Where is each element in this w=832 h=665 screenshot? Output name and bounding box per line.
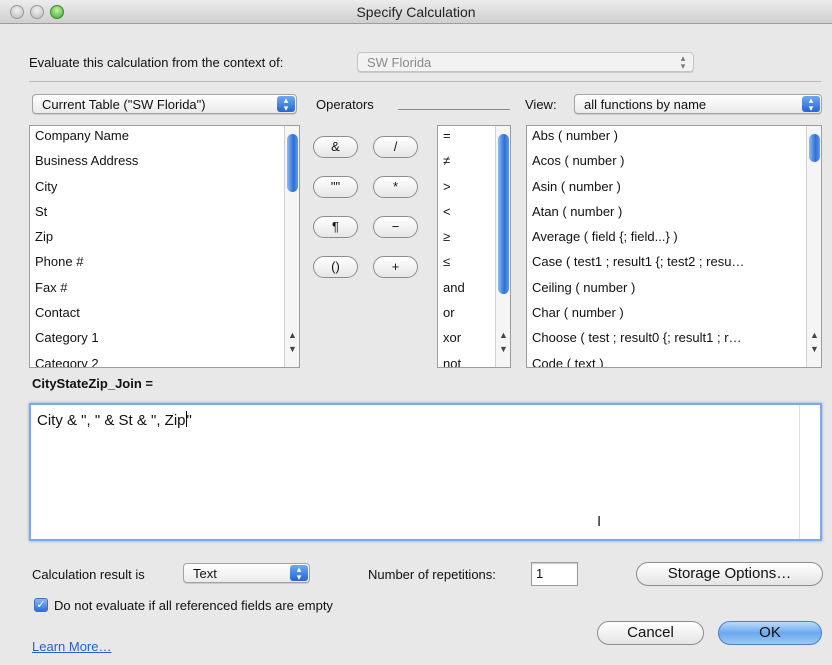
fields-list[interactable]: Company Name Business Address City St Zi… bbox=[29, 125, 300, 368]
table-popup[interactable]: Current Table ("SW Florida") ▴ ▾ bbox=[32, 94, 297, 114]
scroll-thumb[interactable] bbox=[498, 134, 509, 294]
view-popup-value: all functions by name bbox=[584, 97, 707, 112]
learn-more-link[interactable]: Learn More… bbox=[32, 639, 111, 654]
storage-options-button[interactable]: Storage Options… bbox=[636, 562, 823, 586]
operator-button[interactable]: ¶ bbox=[313, 216, 358, 238]
result-type-popup[interactable]: Text ▴ ▾ bbox=[183, 563, 310, 583]
list-item[interactable]: Business Address bbox=[30, 151, 299, 176]
calc-field-label: CityStateZip_Join = bbox=[32, 376, 153, 391]
cancel-button[interactable]: Cancel bbox=[597, 621, 704, 645]
result-type-value: Text bbox=[193, 566, 217, 581]
list-item[interactable]: Code ( text ) bbox=[527, 354, 821, 367]
operator-button[interactable]: * bbox=[373, 176, 418, 198]
list-item[interactable]: Contact bbox=[30, 303, 299, 328]
formula-text: City & ", " & St & ", Zip" bbox=[37, 411, 192, 429]
list-item[interactable]: Average ( field {; field...} ) bbox=[527, 227, 821, 252]
context-popup: SW Florida ▴ ▾ bbox=[357, 52, 694, 72]
formula-tail: " bbox=[186, 412, 192, 429]
list-item[interactable]: Abs ( number ) bbox=[527, 126, 821, 151]
scroll-down-arrow-icon[interactable]: ▼ bbox=[496, 342, 510, 356]
updown-arrow-icon: ▴ ▾ bbox=[802, 96, 820, 113]
editor-divider bbox=[799, 405, 800, 539]
list-item[interactable]: Choose ( test ; result0 {; result1 ; r… bbox=[527, 328, 821, 353]
operator-button[interactable]: "" bbox=[313, 176, 358, 198]
list-item[interactable]: Fax # bbox=[30, 278, 299, 303]
operators-label: Operators bbox=[316, 97, 374, 112]
functions-list[interactable]: Abs ( number ) Acos ( number ) Asin ( nu… bbox=[526, 125, 822, 368]
fields-scrollbar[interactable]: ▲ ▼ bbox=[284, 126, 299, 367]
updown-arrow-icon: ▴ ▾ bbox=[680, 53, 686, 71]
scroll-up-arrow-icon[interactable]: ▲ bbox=[807, 328, 821, 342]
scroll-thumb[interactable] bbox=[809, 134, 820, 162]
list-item[interactable]: Category 2 bbox=[30, 354, 299, 367]
context-label: Evaluate this calculation from the conte… bbox=[29, 55, 284, 70]
checkbox-label: Do not evaluate if all referenced fields… bbox=[54, 598, 333, 613]
list-item[interactable]: Company Name bbox=[30, 126, 299, 151]
ok-button[interactable]: OK bbox=[718, 621, 822, 645]
formula-editor[interactable]: City & ", " & St & ", Zip" Ι bbox=[29, 403, 822, 541]
updown-arrow-icon: ▴ ▾ bbox=[290, 565, 308, 582]
list-item[interactable]: Char ( number ) bbox=[527, 303, 821, 328]
comparison-operators-list[interactable]: = ≠ > < ≥ ≤ and or xor not ▲ ▼ bbox=[437, 125, 511, 368]
updown-arrow-icon: ▴ ▾ bbox=[277, 96, 295, 113]
list-item[interactable]: Phone # bbox=[30, 252, 299, 277]
scroll-up-arrow-icon[interactable]: ▲ bbox=[496, 328, 510, 342]
list-item[interactable]: Category 1 bbox=[30, 328, 299, 353]
separator bbox=[29, 81, 821, 82]
table-popup-value: Current Table ("SW Florida") bbox=[42, 97, 206, 112]
result-label: Calculation result is bbox=[32, 567, 145, 582]
list-item[interactable]: Atan ( number ) bbox=[527, 202, 821, 227]
ibeam-cursor-icon: Ι bbox=[597, 513, 602, 530]
view-label: View: bbox=[525, 97, 557, 112]
do-not-evaluate-checkbox[interactable]: ✓ bbox=[34, 598, 48, 612]
operator-button[interactable]: / bbox=[373, 136, 418, 158]
functions-scrollbar[interactable]: ▲ ▼ bbox=[806, 126, 821, 367]
repetitions-field[interactable]: 1 bbox=[531, 562, 578, 586]
operator-button[interactable]: + bbox=[373, 256, 418, 278]
list-item[interactable]: Zip bbox=[30, 227, 299, 252]
operators-scrollbar[interactable]: ▲ ▼ bbox=[495, 126, 510, 367]
repetitions-label: Number of repetitions: bbox=[368, 567, 496, 582]
scroll-down-arrow-icon[interactable]: ▼ bbox=[285, 342, 299, 356]
window-title: Specify Calculation bbox=[356, 4, 476, 20]
operator-button[interactable]: () bbox=[313, 256, 358, 278]
operator-button[interactable]: & bbox=[313, 136, 358, 158]
context-popup-value: SW Florida bbox=[367, 55, 432, 70]
title-bar: Specify Calculation bbox=[0, 0, 832, 24]
operators-rule bbox=[398, 109, 510, 110]
scroll-thumb[interactable] bbox=[287, 134, 298, 192]
operator-button[interactable]: − bbox=[373, 216, 418, 238]
list-item[interactable]: St bbox=[30, 202, 299, 227]
list-item[interactable]: City bbox=[30, 177, 299, 202]
formula-body: City & ", " & St & ", Zip bbox=[37, 412, 186, 429]
list-item[interactable]: Ceiling ( number ) bbox=[527, 278, 821, 303]
list-item[interactable]: Case ( test1 ; result1 {; test2 ; resu… bbox=[527, 252, 821, 277]
scroll-down-arrow-icon[interactable]: ▼ bbox=[807, 342, 821, 356]
scroll-up-arrow-icon[interactable]: ▲ bbox=[285, 328, 299, 342]
list-item[interactable]: Asin ( number ) bbox=[527, 177, 821, 202]
list-item[interactable]: Acos ( number ) bbox=[527, 151, 821, 176]
view-popup[interactable]: all functions by name ▴ ▾ bbox=[574, 94, 822, 114]
checkmark-icon: ✓ bbox=[36, 599, 46, 611]
